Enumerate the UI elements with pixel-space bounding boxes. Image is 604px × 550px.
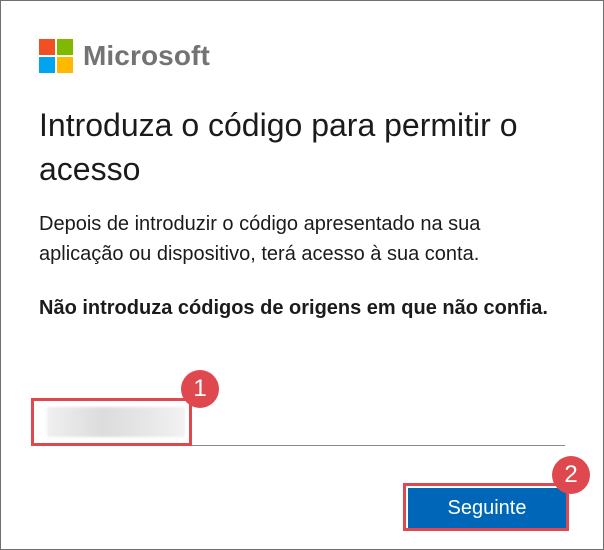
logo-square-blue bbox=[39, 57, 55, 73]
highlight-box-code-input bbox=[31, 398, 192, 446]
step-badge-1: 1 bbox=[181, 370, 219, 408]
step-badge-2: 2 bbox=[552, 456, 590, 494]
logo-square-yellow bbox=[57, 57, 73, 73]
description-text: Depois de introduzir o código apresentad… bbox=[39, 213, 481, 265]
warning-text: Não introduza códigos de origens em que … bbox=[39, 297, 548, 319]
highlight-box-next-button bbox=[403, 483, 569, 531]
logo-wordmark: Microsoft bbox=[83, 40, 210, 71]
sign-in-card: Microsoft Introduza o código para permit… bbox=[0, 0, 604, 550]
page-title: Introduza o código para permitir o acess… bbox=[39, 107, 518, 187]
microsoft-logo: Microsoft bbox=[39, 39, 210, 73]
logo-square-green bbox=[57, 39, 73, 55]
logo-square-red bbox=[39, 39, 55, 55]
microsoft-logo-icon bbox=[39, 39, 73, 73]
